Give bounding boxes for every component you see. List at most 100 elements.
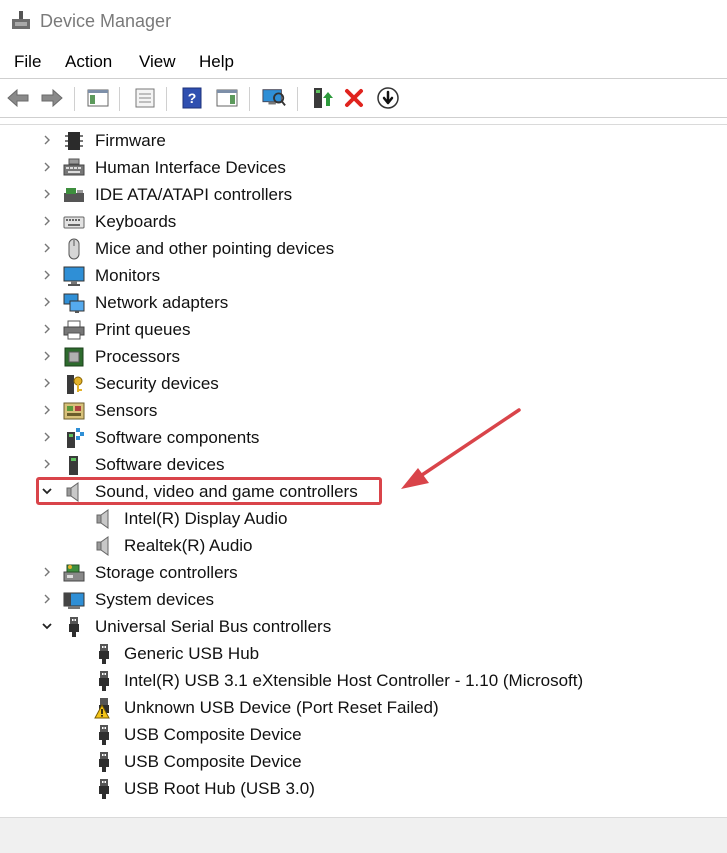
chevron-right-icon[interactable] — [40, 457, 54, 471]
toolbar-separator — [297, 87, 298, 111]
tree-category-item[interactable]: IDE ATA/ATAPI controllers — [0, 181, 720, 208]
tree-device-item[interactable]: Unknown USB Device (Port Reset Failed) — [0, 694, 720, 721]
tree-category-item[interactable]: Sensors — [0, 397, 720, 424]
tree-item-label: Software components — [95, 428, 260, 447]
tree-category-item[interactable]: Network adapters — [0, 289, 720, 316]
tree-item-label: Firmware — [95, 131, 166, 150]
tree-category-item[interactable]: Software devices — [0, 451, 720, 478]
tree-device-item[interactable]: Generic USB Hub — [0, 640, 720, 667]
menu-bar: File Action View Help — [0, 46, 727, 78]
chevron-right-icon[interactable] — [40, 133, 54, 147]
chevron-right-icon[interactable] — [40, 295, 54, 309]
tree-category-item[interactable]: Universal Serial Bus controllers — [0, 613, 720, 640]
tree-category-item[interactable]: Processors — [0, 343, 720, 370]
menu-view[interactable]: View — [139, 52, 176, 72]
tree-category-item[interactable]: Storage controllers — [0, 559, 720, 586]
back-icon[interactable] — [6, 86, 30, 110]
scan-hardware-icon[interactable] — [262, 86, 286, 110]
forward-icon[interactable] — [40, 86, 64, 110]
network-adapter-icon — [63, 293, 85, 313]
usb-warning-icon — [94, 698, 110, 719]
chevron-right-icon[interactable] — [40, 430, 54, 444]
tree-category-item[interactable]: Security devices — [0, 370, 720, 397]
chevron-right-icon[interactable] — [40, 565, 54, 579]
tree-category-item[interactable]: System devices — [0, 586, 720, 613]
show-hide-console-tree-icon[interactable] — [86, 86, 110, 110]
tree-category-item[interactable]: Software components — [0, 424, 720, 451]
tree-item-label: USB Composite Device — [124, 725, 302, 744]
properties-icon[interactable] — [133, 86, 157, 110]
tree-item-label: Mice and other pointing devices — [95, 239, 335, 258]
usb-plug-icon — [99, 779, 109, 799]
window-title: Device Manager — [40, 11, 172, 31]
tree-item-label: Security devices — [95, 374, 219, 393]
tree-item-label: Universal Serial Bus controllers — [95, 617, 332, 636]
menu-file[interactable]: File — [14, 52, 41, 72]
device-manager-icon — [12, 11, 30, 29]
tree-item-label: Keyboards — [95, 212, 177, 231]
tree-category-item[interactable]: Firmware — [0, 127, 720, 154]
tree-device-item[interactable]: Realtek(R) Audio — [0, 532, 720, 559]
chevron-right-icon[interactable] — [40, 592, 54, 606]
sensor-icon — [63, 402, 85, 420]
tree-category-item[interactable]: Monitors — [0, 262, 720, 289]
speaker-icon — [96, 536, 109, 556]
printer-icon — [63, 320, 85, 340]
chevron-down-icon[interactable] — [40, 619, 54, 633]
chevron-right-icon[interactable] — [40, 187, 54, 201]
tree-item-label: System devices — [95, 590, 215, 609]
software-component-icon — [67, 428, 84, 448]
chevron-right-icon[interactable] — [40, 349, 54, 363]
tree-device-item[interactable]: Intel(R) Display Audio — [0, 505, 720, 532]
firmware-chip-icon — [65, 132, 83, 150]
help-icon[interactable]: ? — [180, 86, 204, 110]
speaker-icon — [96, 509, 109, 529]
usb-plug-icon — [99, 725, 109, 745]
update-driver-icon[interactable] — [310, 86, 334, 110]
storage-controller-icon — [63, 564, 85, 582]
chevron-right-icon[interactable] — [40, 322, 54, 336]
chevron-right-icon[interactable] — [40, 214, 54, 228]
menu-help[interactable]: Help — [199, 52, 234, 72]
tree-category-item[interactable]: Print queues — [0, 316, 720, 343]
software-device-icon — [69, 456, 78, 475]
toolbar-separator — [119, 87, 120, 111]
tree-item-label: Realtek(R) Audio — [124, 536, 253, 555]
tree-device-item[interactable]: USB Root Hub (USB 3.0) — [0, 775, 720, 802]
tree-item-label: USB Root Hub (USB 3.0) — [124, 779, 315, 798]
tree-item-label: Intel(R) USB 3.1 eXtensible Host Control… — [124, 671, 584, 690]
tree-item-label: Storage controllers — [95, 563, 238, 582]
tree-device-item[interactable]: USB Composite Device — [0, 721, 720, 748]
chevron-right-icon[interactable] — [40, 376, 54, 390]
toolbar-separator — [74, 87, 75, 111]
tree-device-item[interactable]: Intel(R) USB 3.1 eXtensible Host Control… — [0, 667, 720, 694]
usb-plug-icon — [69, 617, 79, 637]
uninstall-device-icon[interactable] — [342, 86, 366, 110]
chevron-right-icon[interactable] — [40, 268, 54, 282]
chevron-right-icon[interactable] — [40, 241, 54, 255]
tree-item-label: Human Interface Devices — [95, 158, 286, 177]
usb-plug-icon — [99, 752, 109, 772]
tree-item-label: Intel(R) Display Audio — [124, 509, 288, 528]
tree-item-label: Software devices — [95, 455, 225, 474]
system-device-icon — [63, 592, 85, 609]
tree-category-item[interactable]: Mice and other pointing devices — [0, 235, 720, 262]
device-tree[interactable]: Firmware Human Interface Devices IDE ATA/A… — [0, 124, 727, 817]
usb-plug-icon — [99, 644, 109, 664]
menu-action[interactable]: Action — [65, 52, 112, 72]
status-bar — [0, 817, 727, 853]
svg-text:?: ? — [188, 90, 197, 106]
keyboard-icon — [63, 216, 85, 229]
disable-device-icon[interactable] — [376, 86, 400, 110]
tree-device-item[interactable]: USB Composite Device — [0, 748, 720, 775]
ide-controller-icon — [64, 188, 84, 202]
processor-icon — [64, 347, 84, 367]
action-pane-icon[interactable] — [215, 86, 239, 110]
tree-item-label: Print queues — [95, 320, 191, 339]
hid-keyboard-icon — [63, 158, 85, 176]
chevron-right-icon[interactable] — [40, 160, 54, 174]
chevron-right-icon[interactable] — [40, 403, 54, 417]
tree-item-label: Unknown USB Device (Port Reset Failed) — [124, 698, 439, 717]
tree-category-item[interactable]: Human Interface Devices — [0, 154, 720, 181]
tree-category-item[interactable]: Keyboards — [0, 208, 720, 235]
